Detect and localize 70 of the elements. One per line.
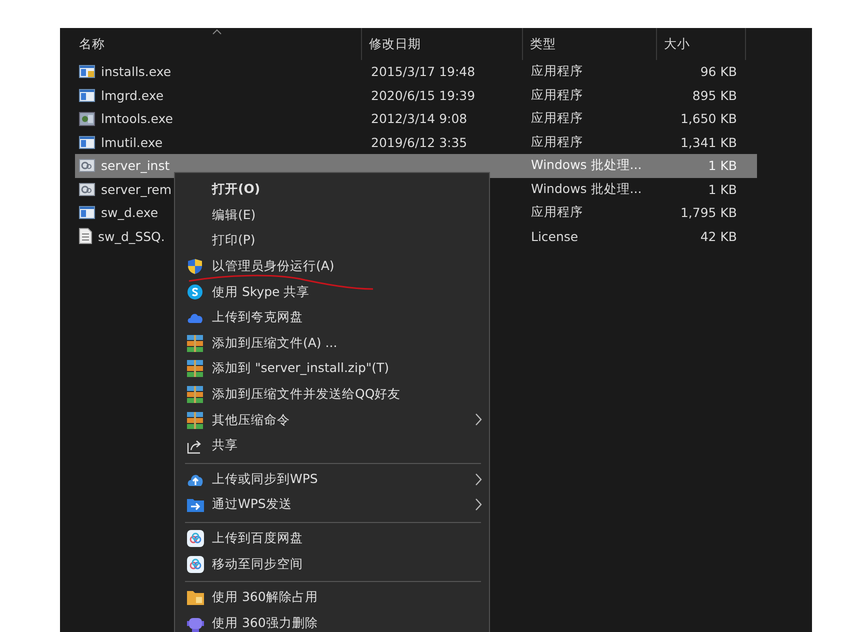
file-name[interactable]: sw_d.exe (101, 205, 158, 220)
file-size: 1,341 KB (680, 134, 737, 150)
modified-date: 2020/6/15 19:39 (371, 88, 476, 103)
menu-item[interactable]: 添加到压缩文件并发送给QQ好友 (175, 382, 489, 408)
archive-icon (187, 334, 203, 352)
menu-item[interactable]: 打开(O) (175, 177, 489, 203)
document-icon (79, 228, 92, 244)
file-type: 应用程序 (531, 134, 583, 151)
file-type: 应用程序 (531, 110, 583, 128)
archive-icon (187, 412, 203, 429)
file-size: 895 KB (692, 88, 737, 103)
gear-file-icon (79, 159, 95, 172)
modified-date: 2019/6/12 3:35 (371, 134, 468, 150)
menu-item[interactable]: 使用 Skype 共享 (175, 279, 489, 305)
menu-item[interactable]: 上传或同步到WPS (175, 466, 489, 492)
window-icon (79, 65, 95, 78)
menu-item[interactable]: 以管理员身份运行(A) (175, 254, 489, 280)
archive-icon (187, 386, 203, 404)
file-name[interactable]: lmutil.exe (101, 134, 163, 150)
menu-item[interactable]: 共享 (175, 432, 489, 459)
window-icon (79, 206, 95, 220)
cloud-icon (187, 311, 204, 324)
menu-item[interactable]: 上传到百度网盘 (175, 526, 489, 552)
file-size: 1,795 KB (680, 205, 737, 220)
shield-icon (187, 258, 203, 276)
menu-item[interactable]: 移动至同步空间 (175, 551, 489, 577)
column-header[interactable]: 修改日期 (369, 36, 421, 52)
file-type: Windows 批处理... (531, 180, 642, 198)
file-size: 1 KB (708, 158, 737, 174)
window-icon (79, 136, 95, 149)
column-header[interactable]: 名称 (79, 36, 105, 52)
file-size: 96 KB (700, 64, 737, 80)
menu-item[interactable]: 编辑(E) (175, 202, 489, 228)
folder-icon (187, 590, 204, 606)
file-name[interactable]: server_rem (101, 182, 172, 197)
menu-item[interactable]: 通过WPS发送 (175, 492, 489, 518)
column-header[interactable]: 类型 (530, 36, 556, 52)
file-name[interactable]: server_inst (101, 158, 170, 174)
file-name[interactable]: sw_d_SSQ. (98, 228, 165, 244)
modified-date: 2015/3/17 19:48 (371, 64, 476, 80)
cloud-rings-icon (187, 556, 204, 573)
file-type: 应用程序 (531, 63, 583, 80)
file-type: 应用程序 (531, 204, 583, 222)
share-icon (187, 438, 203, 454)
menu-item[interactable]: 使用 360解除占用 (175, 584, 489, 610)
file-size: 1,650 KB (680, 111, 737, 126)
file-type: 应用程序 (531, 86, 583, 104)
menu-item[interactable]: 使用 360强力删除 (175, 610, 489, 632)
file-size: 42 KB (700, 228, 737, 244)
modified-date: 2012/3/14 9:08 (371, 111, 468, 126)
menu-item[interactable]: 其他压缩命令 (175, 407, 489, 433)
menu-item[interactable]: 打印(P) (175, 228, 489, 254)
window-icon (79, 88, 95, 102)
sort-caret-icon[interactable] (212, 29, 222, 35)
file-name[interactable]: installs.exe (101, 64, 172, 80)
menu-item[interactable]: 添加到压缩文件(A) ... (175, 330, 489, 356)
gear-file-icon (79, 182, 95, 196)
archive-icon (187, 360, 203, 378)
chat-bubble-icon (187, 284, 203, 300)
file-type: Windows 批处理... (531, 157, 642, 174)
file-size: 1 KB (708, 182, 737, 197)
menu-item[interactable]: 添加到 "server_install.zip"(T) (175, 356, 489, 382)
tools-icon (79, 112, 95, 126)
cloud-rings-icon (187, 530, 204, 548)
menu-item[interactable]: 上传到夸克网盘 (175, 304, 489, 331)
file-type: License (531, 228, 578, 244)
file-name[interactable]: lmtools.exe (101, 111, 173, 126)
send-arrow-icon (187, 498, 204, 512)
file-name[interactable]: lmgrd.exe (101, 88, 164, 103)
column-header[interactable]: 大小 (664, 36, 690, 52)
